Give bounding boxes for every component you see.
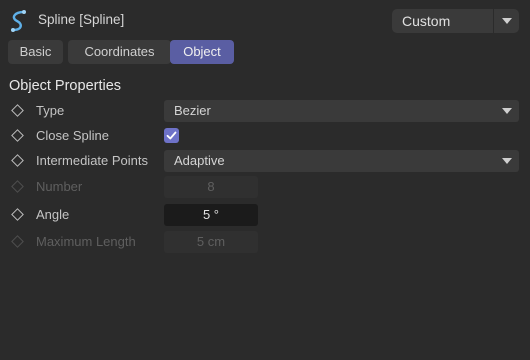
chevron-down-icon	[502, 108, 512, 114]
type-dropdown-value: Bezier	[174, 103, 211, 118]
angle-label: Angle	[36, 207, 70, 222]
maximum-length-label: Maximum Length	[36, 234, 136, 249]
chevron-down-icon	[502, 158, 512, 164]
type-dropdown[interactable]: Bezier	[164, 100, 519, 122]
intermediate-points-label: Intermediate Points	[36, 153, 149, 168]
spline-icon	[11, 10, 26, 32]
keyframe-diamond-icon	[11, 180, 24, 193]
property-row-type: Type Bezier	[0, 100, 530, 122]
type-label: Type	[36, 103, 65, 118]
tab-coordinates[interactable]: Coordinates	[68, 40, 171, 64]
property-row-maximum-length: Maximum Length 5 cm	[0, 231, 530, 253]
keyframe-diamond-icon[interactable]	[11, 208, 24, 221]
intermediate-points-dropdown[interactable]: Adaptive	[164, 150, 519, 172]
keyframe-diamond-icon[interactable]	[11, 104, 24, 117]
section-title: Object Properties	[9, 78, 122, 94]
tab-basic[interactable]: Basic	[8, 40, 63, 64]
mode-dropdown[interactable]: Custom	[392, 9, 519, 33]
attribute-header: Spline [Spline] Custom	[0, 0, 530, 40]
angle-field[interactable]: 5 °	[164, 204, 258, 226]
keyframe-diamond-icon[interactable]	[11, 129, 24, 142]
checkmark-icon	[166, 131, 177, 140]
close-spline-label: Close Spline	[36, 128, 109, 143]
keyframe-diamond-icon[interactable]	[11, 154, 24, 167]
maximum-length-field: 5 cm	[164, 231, 258, 253]
property-row-angle: Angle 5 °	[0, 204, 530, 226]
number-field: 8	[164, 176, 258, 198]
close-spline-checkbox[interactable]	[164, 128, 179, 143]
property-row-number: Number 8	[0, 176, 530, 198]
keyframe-diamond-icon	[11, 235, 24, 248]
object-title: Spline [Spline]	[38, 12, 125, 27]
tab-object[interactable]: Object	[170, 40, 234, 64]
number-label: Number	[36, 179, 83, 194]
chevron-down-icon[interactable]	[502, 18, 512, 24]
property-row-close-spline: Close Spline	[0, 125, 530, 147]
intermediate-points-value: Adaptive	[174, 153, 225, 168]
property-row-intermediate-points: Intermediate Points Adaptive	[0, 150, 530, 172]
mode-dropdown-divider	[493, 9, 494, 33]
mode-dropdown-value: Custom	[402, 13, 451, 29]
